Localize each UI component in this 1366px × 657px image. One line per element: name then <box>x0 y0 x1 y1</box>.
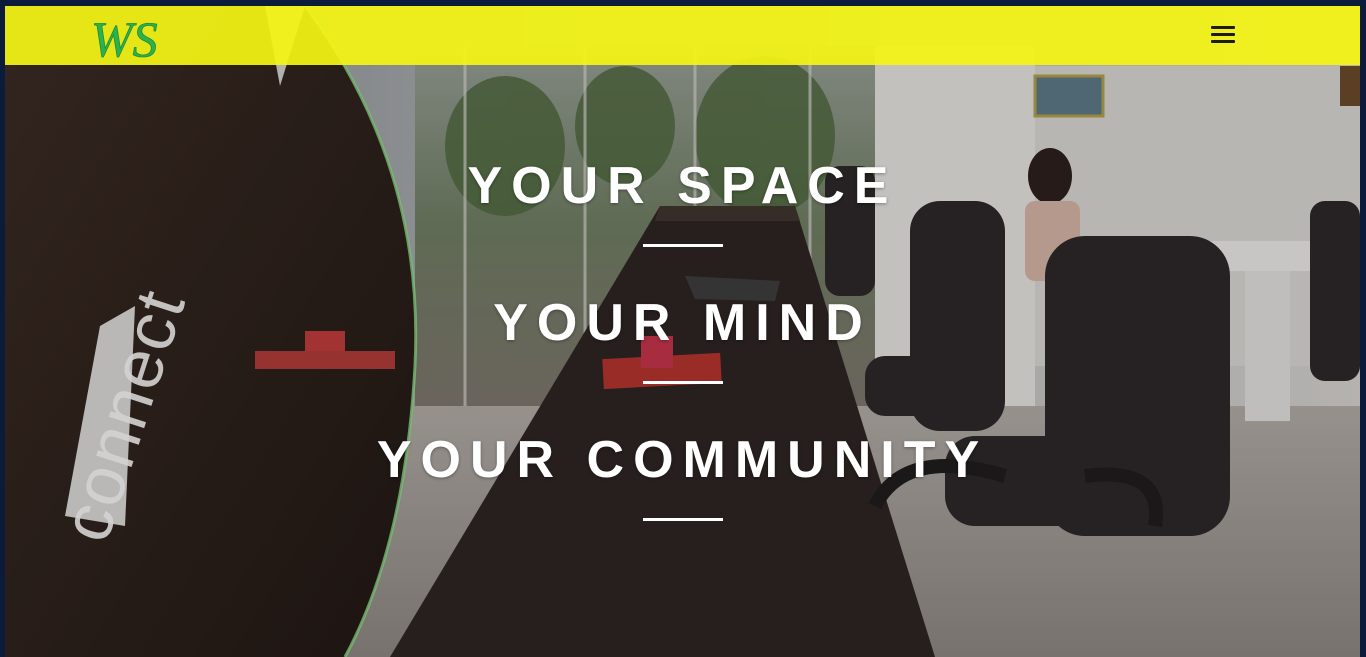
hamburger-menu-icon <box>1211 26 1235 29</box>
hero-section: YOUR SPACE YOUR MIND YOUR COMMUNITY <box>5 156 1360 521</box>
hero-line-space: YOUR SPACE <box>467 157 898 215</box>
logo-text: WS <box>91 11 158 64</box>
brand-logo[interactable]: WS <box>89 10 181 68</box>
hero-divider <box>642 244 723 247</box>
page-frame: connect WS YOUR SPACE YOUR MIND YOUR COM… <box>5 6 1360 657</box>
hero-divider <box>642 381 723 384</box>
hamburger-menu-icon-bar <box>1211 33 1235 36</box>
hero-line-community: YOUR COMMUNITY <box>376 431 989 489</box>
hamburger-menu-button[interactable] <box>1201 18 1243 50</box>
top-navbar: WS <box>5 6 1360 68</box>
hero-line-mind: YOUR MIND <box>493 294 872 352</box>
hamburger-menu-icon-bar <box>1211 40 1235 43</box>
hero-divider <box>642 518 723 521</box>
